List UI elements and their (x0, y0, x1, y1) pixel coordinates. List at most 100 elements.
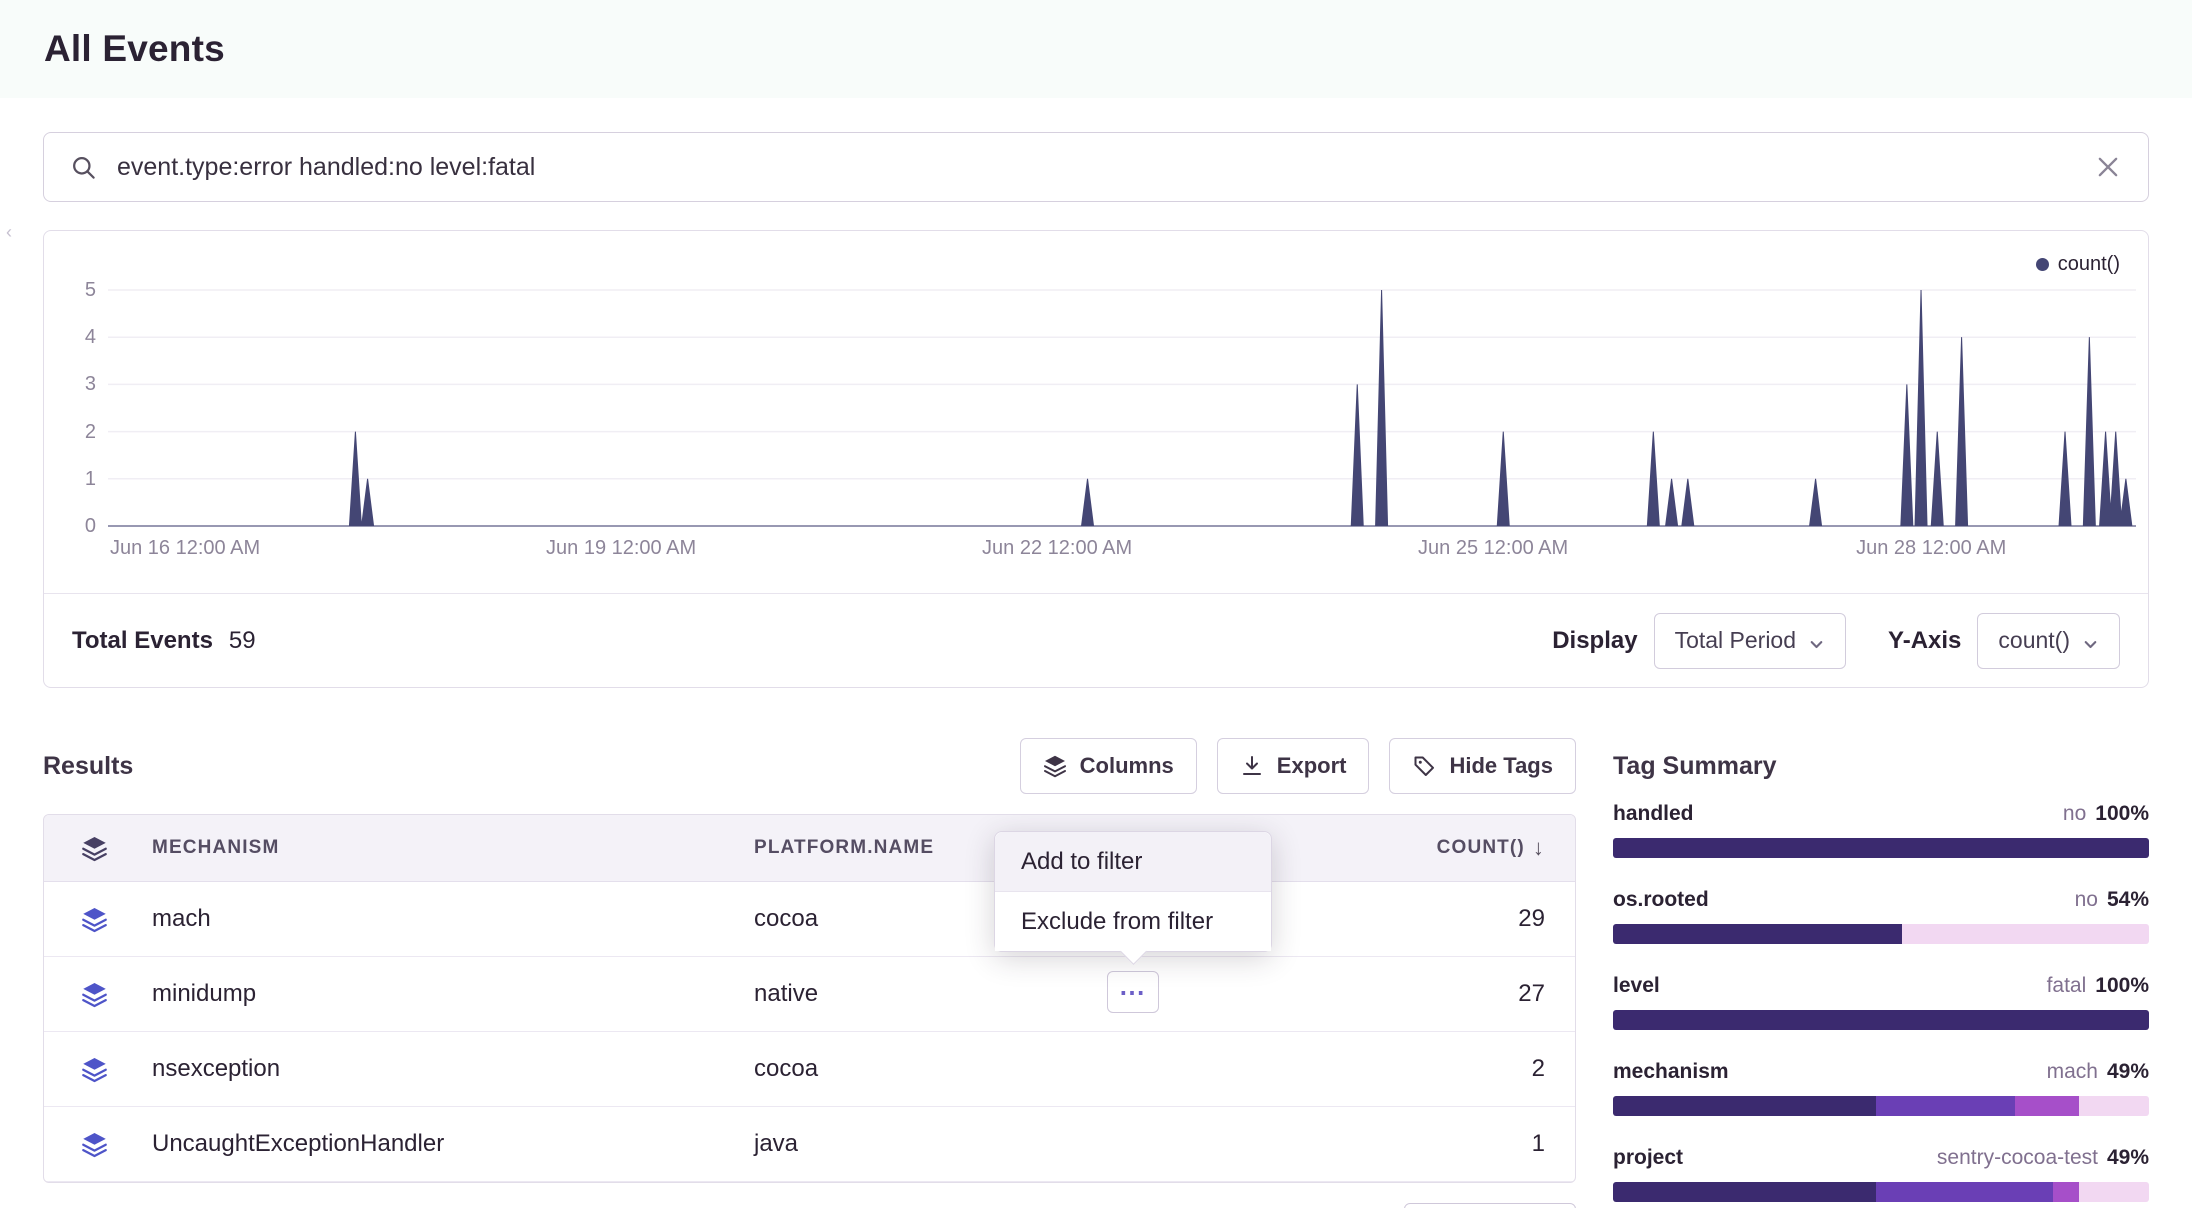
tag-name: mechanism (1613, 1060, 1729, 1084)
column-header-mechanism[interactable]: MECHANISM (144, 837, 754, 859)
table-row[interactable]: UncaughtExceptionHandler java 1 (44, 1107, 1575, 1182)
chart-controls: Display Total Period Y-Axis count() (1552, 613, 2120, 669)
tag-distribution-bar[interactable] (1613, 838, 2149, 858)
chart-plot-area (108, 289, 2136, 527)
tag-top-value: no 100% (2063, 802, 2149, 826)
legend-label: count() (2058, 253, 2120, 276)
tag-distribution-bar[interactable] (1613, 1010, 2149, 1030)
columns-button[interactable]: Columns (1020, 738, 1197, 794)
count-cell: 1 (1355, 1130, 1575, 1158)
mechanism-cell[interactable]: mach (144, 905, 754, 933)
search-input[interactable] (115, 152, 2090, 183)
results-table: MECHANISM PLATFORM.NAME COUNT() ↓ mach c… (43, 814, 1576, 1183)
search-bar[interactable] (43, 132, 2149, 202)
tag-icon (1412, 754, 1436, 778)
search-icon (70, 154, 97, 181)
layers-icon (81, 981, 108, 1008)
yaxis-label: Y-Axis (1888, 627, 1961, 655)
y-tick-label: 1 (44, 465, 96, 493)
table-row[interactable]: nsexception cocoa 2 (44, 1032, 1575, 1107)
layers-icon (81, 1056, 108, 1083)
tag-top-value: sentry-cocoa-test 49% (1937, 1146, 2149, 1170)
tag-value-label: fatal (2047, 974, 2087, 998)
download-icon (1240, 754, 1264, 778)
tag-entry-head: level fatal 100% (1613, 974, 2149, 1004)
count-cell: 29 (1355, 905, 1575, 933)
count-header-label: COUNT() (1437, 837, 1525, 859)
table-row[interactable]: mach cocoa 29 (44, 882, 1575, 957)
pagination-button[interactable] (1404, 1203, 1576, 1208)
total-events: Total Events 59 (72, 627, 256, 655)
results-header-row: Results Columns Export Hide Tags (43, 738, 1576, 794)
mechanism-cell[interactable]: UncaughtExceptionHandler (144, 1130, 754, 1158)
page-title: All Events (44, 28, 225, 70)
yaxis-select[interactable]: count() (1977, 613, 2120, 669)
column-header-stack[interactable] (44, 835, 144, 862)
sort-desc-icon: ↓ (1533, 835, 1545, 861)
x-tick-label: Jun 25 12:00 AM (1418, 537, 1568, 560)
tag-name: project (1613, 1146, 1683, 1170)
tag-entry-head: handled no 100% (1613, 802, 2149, 832)
layers-icon (81, 1131, 108, 1158)
y-axis-labels: 012345 (44, 289, 96, 527)
mechanism-cell[interactable]: minidump (144, 980, 754, 1008)
y-tick-label: 3 (44, 370, 96, 398)
x-tick-label: Jun 22 12:00 AM (982, 537, 1132, 560)
x-tick-label: Jun 16 12:00 AM (110, 537, 260, 560)
tag-entries: handled no 100% os.rooted no (1613, 802, 2149, 1202)
table-row[interactable]: minidump native 27 (44, 957, 1575, 1032)
events-area-chart (108, 289, 2136, 527)
layers-icon (1043, 754, 1067, 778)
tag-name: level (1613, 974, 1660, 998)
display-select[interactable]: Total Period (1654, 613, 1846, 669)
menu-item-add-to-filter[interactable]: Add to filter (995, 832, 1271, 892)
tag-bar-segment (1613, 838, 2149, 858)
tag-entry: os.rooted no 54% (1613, 888, 2149, 944)
tag-entry: project sentry-cocoa-test 49% (1613, 1146, 2149, 1202)
results-heading: Results (43, 752, 133, 781)
tag-value-percent: 100% (2095, 802, 2149, 826)
cell-actions-button[interactable]: ⋯ (1107, 971, 1159, 1013)
results-column: Results Columns Export Hide Tags (43, 738, 1576, 1208)
table-header-row: MECHANISM PLATFORM.NAME COUNT() ↓ (44, 815, 1575, 882)
all-events-page: All Events ‹ count() 012345 Jun 16 12:00… (0, 0, 2192, 1208)
chevron-left-icon: ‹ (6, 222, 12, 243)
platform-cell[interactable]: native (754, 980, 1355, 1008)
tag-distribution-bar[interactable] (1613, 1096, 2149, 1116)
mechanism-cell[interactable]: nsexception (144, 1055, 754, 1083)
tag-value-percent: 49% (2107, 1146, 2149, 1170)
x-tick-label: Jun 19 12:00 AM (546, 537, 696, 560)
tag-bar-segment (2053, 1182, 2080, 1202)
clear-search-icon[interactable] (2094, 153, 2122, 181)
export-button[interactable]: Export (1217, 738, 1370, 794)
page-header: All Events (0, 0, 2192, 98)
platform-cell[interactable]: java (754, 1130, 1355, 1158)
tag-entry-head: mechanism mach 49% (1613, 1060, 2149, 1090)
tag-bar-segment (1876, 1096, 2015, 1116)
tag-value-label: no (2075, 888, 2098, 912)
count-cell: 2 (1355, 1055, 1575, 1083)
chart-legend: count() (2036, 253, 2120, 276)
tag-bar-segment (1613, 1010, 2149, 1030)
tag-entry: level fatal 100% (1613, 974, 2149, 1030)
total-events-label: Total Events (72, 627, 213, 655)
hide-tags-button-label: Hide Tags (1449, 753, 1553, 779)
display-label: Display (1552, 627, 1637, 655)
tag-distribution-bar[interactable] (1613, 1182, 2149, 1202)
tag-entry-head: project sentry-cocoa-test 49% (1613, 1146, 2149, 1176)
tag-bar-segment (1613, 1182, 1876, 1202)
hide-tags-button[interactable]: Hide Tags (1389, 738, 1576, 794)
total-events-value: 59 (229, 627, 256, 655)
display-select-value: Total Period (1675, 627, 1796, 654)
tag-bar-segment (2079, 1096, 2149, 1116)
chevron-down-icon (2082, 632, 2099, 649)
x-tick-label: Jun 28 12:00 AM (1856, 537, 2006, 560)
column-header-count[interactable]: COUNT() ↓ (1355, 835, 1575, 861)
tag-top-value: mach 49% (2047, 1060, 2149, 1084)
chart-footer: Total Events 59 Display Total Period Y-A… (44, 593, 2148, 687)
cell-actions-menu: Add to filter Exclude from filter (994, 831, 1272, 952)
tag-summary: Tag Summary handled no 100% (1613, 738, 2149, 1208)
tag-distribution-bar[interactable] (1613, 924, 2149, 944)
platform-cell[interactable]: cocoa (754, 1055, 1355, 1083)
tag-value-label: mach (2047, 1060, 2098, 1084)
